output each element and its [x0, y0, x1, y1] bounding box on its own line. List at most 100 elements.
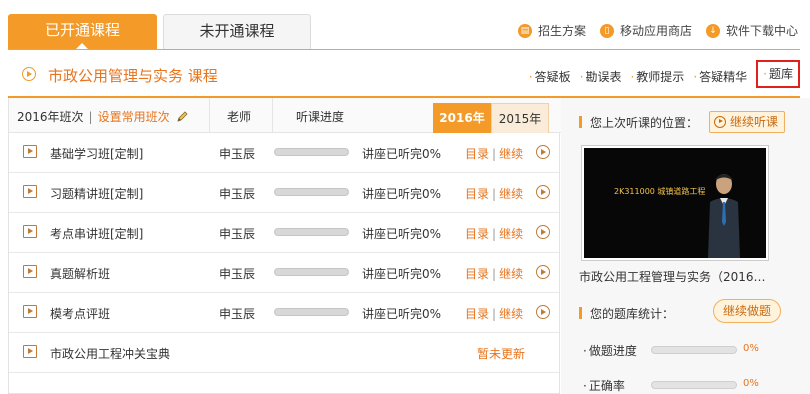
progress-bar	[274, 188, 349, 196]
section-marker	[579, 307, 582, 319]
course-row: 基础学习班[定制] 申玉辰 讲座已听完0% 目录 | 继续	[9, 133, 559, 173]
link-errata[interactable]: · 勘误表	[580, 68, 622, 88]
stat-bar	[651, 346, 737, 354]
stat-value: 0%	[743, 343, 759, 354]
play-button-icon[interactable]	[536, 185, 550, 199]
course-row-name[interactable]: 考点串讲班[定制]	[50, 225, 143, 242]
course-row-teacher: 申玉辰	[219, 147, 256, 161]
link-app-store[interactable]: ▯ 移动应用商店	[599, 22, 692, 39]
course-list-panel: 2016年班次 | 设置常用班次 老师 听课进度 2016年 2015年 基础学习班…	[8, 98, 561, 394]
tab-year-2015[interactable]: 2015年	[491, 103, 549, 133]
catalog-link[interactable]: 目录	[465, 267, 489, 281]
continue-listening-button[interactable]: 继续听课	[709, 111, 786, 133]
link-teacher-tips-label: 教师提示	[636, 70, 685, 84]
clipboard-icon: ▤	[517, 23, 532, 38]
separator: |	[492, 267, 497, 281]
catalog-link[interactable]: 目录	[465, 187, 489, 201]
stat-label: 做题进度	[588, 344, 637, 358]
last-course-title[interactable]: 市政公用工程管理与实务（2016…	[579, 268, 794, 285]
course-row: 真题解析班 申玉辰 讲座已听完0% 目录 | 继续	[9, 253, 559, 293]
course-row-name[interactable]: 基础学习班[定制]	[50, 145, 143, 162]
link-qa-board[interactable]: · 答疑板	[529, 68, 571, 88]
continue-link[interactable]: 继续	[499, 227, 523, 241]
progress-bar	[274, 308, 349, 316]
play-circle-icon	[714, 116, 726, 128]
course-row-name[interactable]: 习题精讲班[定制]	[50, 185, 143, 202]
teacher-column-header: 老师	[227, 110, 252, 124]
course-row-actions: 目录 | 继续	[465, 225, 523, 242]
video-icon	[23, 145, 37, 158]
course-row: 考点串讲班[定制] 申玉辰 讲座已听完0% 目录 | 继续	[9, 213, 559, 253]
continue-listening-label: 继续听课	[730, 114, 779, 129]
progress-text: 讲座已听完0%	[362, 307, 442, 321]
video-icon	[23, 185, 37, 198]
course-row-name[interactable]: 市政公用工程冲关宝典	[50, 345, 170, 362]
continue-practice-button[interactable]: 继续做题	[713, 299, 782, 323]
course-row: 模考点评班 申玉辰 讲座已听完0% 目录 | 继续	[9, 293, 559, 333]
catalog-link[interactable]: 目录	[465, 307, 489, 321]
course-list-header: 2016年班次 | 设置常用班次 老师 听课进度 2016年 2015年	[9, 98, 561, 133]
course-row-teacher: 申玉辰	[219, 227, 256, 241]
course-row-actions: 目录 | 继续	[465, 305, 523, 322]
pencil-icon[interactable]	[176, 110, 189, 123]
tab-unopened-courses[interactable]: 未开通课程	[163, 14, 311, 49]
play-button-icon[interactable]	[536, 145, 550, 159]
continue-link[interactable]: 继续	[499, 307, 523, 321]
section-marker	[579, 116, 582, 128]
bullet-dot: ·	[579, 70, 584, 84]
bullet-dot: ·	[693, 70, 698, 84]
top-links: ▤ 招生方案 ▯ 移动应用商店 ↓ 软件下载中心	[517, 22, 798, 39]
link-question-bank[interactable]: · 题库	[756, 60, 800, 88]
stat-progress: · 做题进度 0%	[583, 342, 759, 359]
separator: |	[492, 307, 497, 321]
bullet-dot: ·	[630, 70, 635, 84]
course-row-name[interactable]: 模考点评班	[50, 305, 110, 322]
catalog-link[interactable]: 目录	[465, 227, 489, 241]
stat-label: 正确率	[588, 379, 625, 393]
progress-text: 讲座已听完0%	[362, 267, 442, 281]
play-button-icon[interactable]	[536, 265, 550, 279]
separator: |	[492, 227, 497, 241]
download-icon: ↓	[705, 23, 720, 38]
progress-bar	[274, 148, 349, 156]
link-teacher-tips[interactable]: · 教师提示	[630, 68, 684, 88]
progress-text: 讲座已听完0%	[362, 227, 442, 241]
class-year-label: 2016年班次	[17, 110, 84, 124]
course-links: · 答疑板 · 勘误表 · 教师提示 · 答疑精华 · 题库	[520, 60, 800, 88]
course-row-teacher: 申玉辰	[219, 267, 256, 281]
link-question-bank-label: 题库	[768, 67, 793, 81]
link-enrollment-plan[interactable]: ▤ 招生方案	[517, 22, 586, 39]
column-divider	[272, 98, 273, 132]
bullet-dot: ·	[583, 344, 587, 358]
video-thumbnail[interactable]: 2K311000 城镇道路工程	[581, 145, 769, 261]
bullet-dot: ·	[583, 379, 587, 393]
course-row-actions: 目录 | 继续	[465, 145, 523, 162]
link-qa-essence[interactable]: · 答疑精华	[693, 68, 747, 88]
course-row-name[interactable]: 真题解析班	[50, 265, 110, 282]
play-button-icon[interactable]	[536, 225, 550, 239]
set-common-class-link[interactable]: 设置常用班次	[98, 110, 170, 124]
tab-year-2016[interactable]: 2016年	[433, 103, 491, 133]
video-icon	[23, 225, 37, 238]
progress-bar	[274, 268, 349, 276]
tab-opened-courses[interactable]: 已开通课程	[8, 14, 157, 49]
mobile-icon: ▯	[599, 23, 614, 38]
play-button-icon[interactable]	[536, 305, 550, 319]
stat-bar	[651, 381, 737, 389]
progress-text: 讲座已听完0%	[362, 147, 442, 161]
video-icon	[23, 265, 37, 278]
video-caption: 2K311000 城镇道路工程	[614, 187, 706, 196]
stat-accuracy: · 正确率 0%	[583, 377, 759, 394]
link-qa-essence-label: 答疑精华	[699, 70, 748, 84]
catalog-link[interactable]: 目录	[465, 147, 489, 161]
course-row-actions: 目录 | 继续	[465, 265, 523, 282]
tiku-stats-label: 您的题库统计：	[579, 305, 674, 322]
separator: |	[492, 187, 497, 201]
link-errata-label: 勘误表	[585, 70, 622, 84]
course-row: 习题精讲班[定制] 申玉辰 讲座已听完0% 目录 | 继续	[9, 173, 559, 213]
link-download-center[interactable]: ↓ 软件下载中心	[705, 22, 798, 39]
continue-link[interactable]: 继续	[499, 187, 523, 201]
continue-link[interactable]: 继续	[499, 147, 523, 161]
video-icon	[23, 345, 37, 358]
continue-link[interactable]: 继续	[499, 267, 523, 281]
